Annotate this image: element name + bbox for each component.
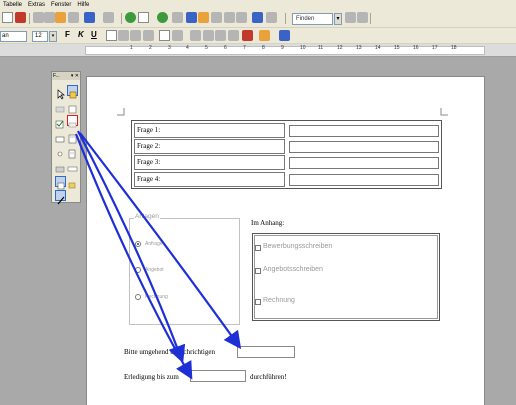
writer-window: Tabelle Extras Fenster Hilfe Finden ▾ an 1 <box>0 0 516 405</box>
arrow-to-notify-field <box>79 132 242 350</box>
annotation-arrows <box>74 130 242 380</box>
